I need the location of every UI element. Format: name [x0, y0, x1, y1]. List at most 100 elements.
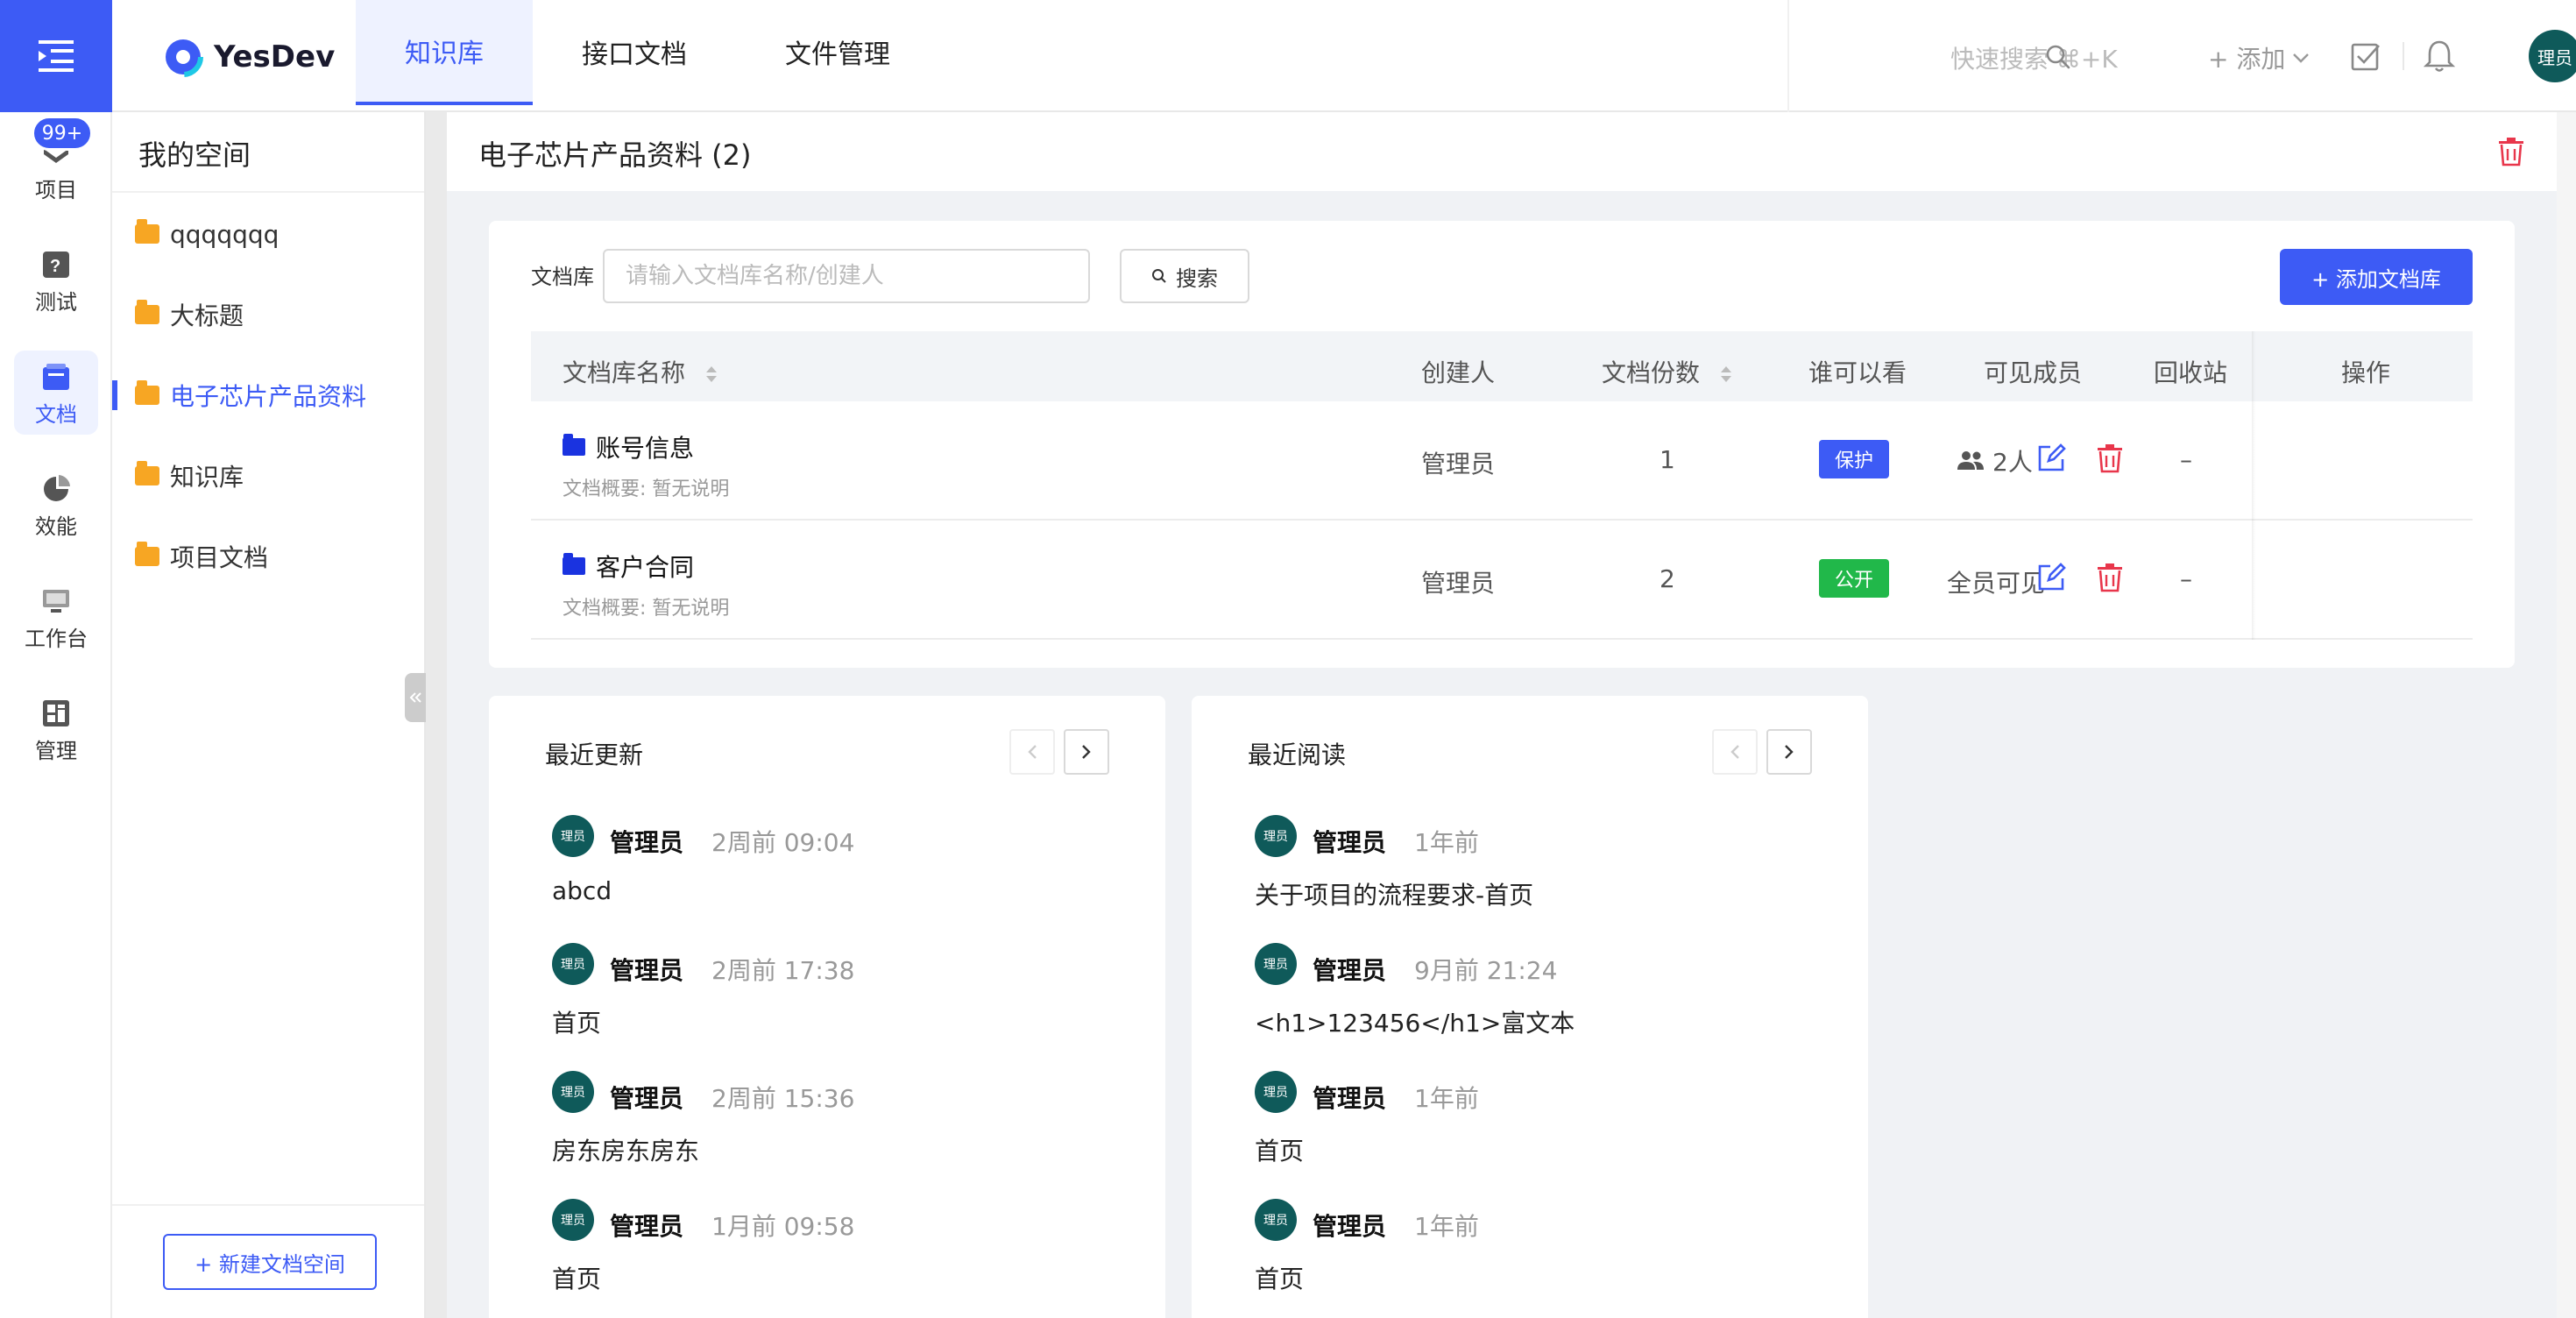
task-check-icon[interactable] — [2350, 40, 2381, 72]
collapse-panel-handle[interactable] — [405, 673, 426, 722]
library-doc-count: 2 — [1660, 564, 1675, 593]
content-scrollbar[interactable] — [2557, 112, 2576, 1318]
tab-knowledge-base[interactable]: 知识库 — [356, 0, 533, 105]
space-item-project-docs[interactable]: 项目文档 — [112, 526, 424, 587]
entry-doc-link[interactable]: abcd — [552, 876, 612, 905]
members-count: 2人 — [1992, 448, 2033, 477]
entry-doc-link[interactable]: 关于项目的流程要求-首页 — [1255, 876, 1533, 911]
folder-icon — [135, 461, 159, 485]
entry-doc-link[interactable]: 首页 — [1255, 1132, 1304, 1167]
table-row[interactable]: 账号信息 文档概要: 暂无说明 管理员 1 保护 2人 – — [531, 401, 2473, 521]
folder-icon — [563, 434, 585, 456]
delete-space-icon[interactable] — [2497, 137, 2525, 167]
library-creator: 管理员 — [1421, 569, 1496, 598]
space-item-knowledge-base[interactable]: 知识库 — [112, 445, 424, 507]
folder-icon — [135, 542, 159, 566]
entry-user: 管理员 — [610, 1212, 684, 1241]
space-item-label: qqqqqqq — [170, 219, 280, 249]
edit-icon[interactable] — [2036, 563, 2066, 592]
entry-doc-link[interactable]: 首页 — [552, 1004, 601, 1039]
folder-icon — [563, 553, 585, 575]
menu-collapse-icon — [39, 40, 74, 72]
delete-icon[interactable] — [2096, 443, 2124, 473]
bell-icon[interactable] — [2424, 39, 2455, 74]
column-header-creator: 创建人 — [1421, 358, 1496, 387]
monitor-icon — [43, 590, 69, 613]
test-icon: ? — [43, 252, 69, 278]
space-item-label: 项目文档 — [170, 543, 269, 572]
avatar: 理员 — [552, 1199, 594, 1241]
entry-time: 9月前 21:24 — [1414, 956, 1558, 985]
next-page-button[interactable] — [1766, 729, 1812, 775]
space-item-label: 电子芯片产品资料 — [170, 382, 367, 411]
edit-icon[interactable] — [2036, 443, 2066, 473]
column-header-count[interactable]: 文档份数 — [1602, 354, 1732, 389]
entry-time: 1年前 — [1414, 1084, 1479, 1113]
library-search-input[interactable] — [603, 249, 1090, 303]
entry-user: 管理员 — [610, 828, 684, 857]
recent-updates-title: 最近更新 — [545, 740, 644, 769]
entry-doc-link[interactable]: <h1>123456</h1>富文本 — [1255, 1004, 1575, 1039]
list-item[interactable]: 理员 管理员 2周前 17:38 首页 — [552, 943, 1148, 1071]
column-header-name[interactable]: 文档库名称 — [563, 354, 718, 389]
prev-page-button[interactable] — [1009, 729, 1055, 775]
space-item-qqqqqqq[interactable]: qqqqqqq — [112, 203, 424, 265]
search-icon — [1152, 269, 1166, 283]
document-icon — [43, 364, 69, 390]
entry-user: 管理员 — [1313, 828, 1387, 857]
chevron-left-icon — [1028, 745, 1037, 759]
table-row[interactable]: 客户合同 文档概要: 暂无说明 管理员 2 公开 全员可见 – — [531, 521, 2473, 640]
new-space-button[interactable]: + 新建文档空间 — [163, 1234, 377, 1290]
entry-doc-link[interactable]: 首页 — [1255, 1260, 1304, 1295]
list-item[interactable]: 理员 管理员 1年前 首页 — [1255, 1071, 1851, 1199]
rail-item-workbench[interactable]: 工作台 — [14, 575, 98, 659]
space-title: 我的空间 — [138, 138, 251, 172]
list-item[interactable]: 理员 管理员 1年前 关于项目的流程要求-首页 — [1255, 815, 1851, 943]
double-chevron-left-icon — [409, 692, 421, 703]
chevron-right-icon — [1082, 745, 1091, 759]
toolbar: 快速搜索 ⌘+K + 添加 理员 — [1787, 0, 2576, 112]
rail-label-workbench: 工作台 — [25, 627, 88, 651]
entry-doc-link[interactable]: 房东房东房东 — [552, 1132, 699, 1167]
quick-search-trigger[interactable]: 快速搜索 ⌘+K — [1950, 40, 2118, 75]
recent-reads-card: 最近阅读 理员 管理员 1年前 关于项目的流程要求-首页 理员 管理员 9月前 … — [1192, 696, 1868, 1318]
add-library-button[interactable]: + 添加文档库 — [2280, 249, 2473, 305]
entry-doc-link[interactable]: 首页 — [552, 1260, 601, 1295]
folder-icon — [135, 219, 159, 244]
rail-item-efficiency[interactable]: 效能 — [14, 463, 98, 547]
list-item[interactable]: 理员 管理员 1月前 09:58 首页 — [552, 1199, 1148, 1318]
rail-item-document[interactable]: 文档 — [14, 351, 98, 435]
library-name[interactable]: 客户合同 — [563, 549, 694, 584]
list-item[interactable]: 理员 管理员 9月前 21:24 <h1>123456</h1>富文本 — [1255, 943, 1851, 1071]
list-item[interactable]: 理员 管理员 1年前 首页 — [1255, 1199, 1851, 1318]
space-item-chip-products[interactable]: 电子芯片产品资料 — [112, 365, 424, 426]
prev-page-button[interactable] — [1712, 729, 1758, 775]
app-logo[interactable]: YesDev — [163, 35, 335, 79]
visible-members[interactable]: 2人 — [1956, 443, 2033, 478]
dashboard-icon — [43, 700, 69, 726]
search-button[interactable]: 搜索 — [1120, 249, 1249, 303]
tab-api-docs[interactable]: 接口文档 — [533, 0, 736, 103]
list-item[interactable]: 理员 管理员 2周前 15:36 房东房东房东 — [552, 1071, 1148, 1199]
recent-updates-card: 最近更新 理员 管理员 2周前 09:04 abcd 理员 管理员 2周前 17… — [489, 696, 1165, 1318]
library-name[interactable]: 账号信息 — [563, 429, 694, 464]
rail-item-manage[interactable]: 管理 — [14, 687, 98, 771]
add-menu[interactable]: + 添加 — [2208, 40, 2310, 75]
delete-icon[interactable] — [2096, 563, 2124, 592]
library-description: 文档概要: 暂无说明 — [563, 598, 730, 620]
page-title: 电子芯片产品资料 (2) — [478, 138, 752, 172]
user-avatar[interactable]: 理员 — [2529, 30, 2576, 82]
list-item[interactable]: 理员 管理员 2周前 09:04 abcd — [552, 815, 1148, 943]
space-item-big-title[interactable]: 大标题 — [112, 284, 424, 345]
rail-item-test[interactable]: ? 测试 — [14, 238, 98, 322]
space-panel-scrollbar[interactable] — [426, 112, 447, 1318]
column-header-visibility: 谁可以看 — [1808, 358, 1907, 387]
search-icon[interactable] — [2045, 44, 2071, 70]
menu-toggle-button[interactable] — [0, 0, 112, 112]
avatar: 理员 — [552, 943, 594, 985]
next-page-button[interactable] — [1064, 729, 1109, 775]
library-description: 文档概要: 暂无说明 — [563, 478, 730, 500]
recycle-value: – — [2180, 564, 2192, 593]
toolbar-separator — [2403, 42, 2404, 70]
tab-file-management[interactable]: 文件管理 — [736, 0, 939, 103]
